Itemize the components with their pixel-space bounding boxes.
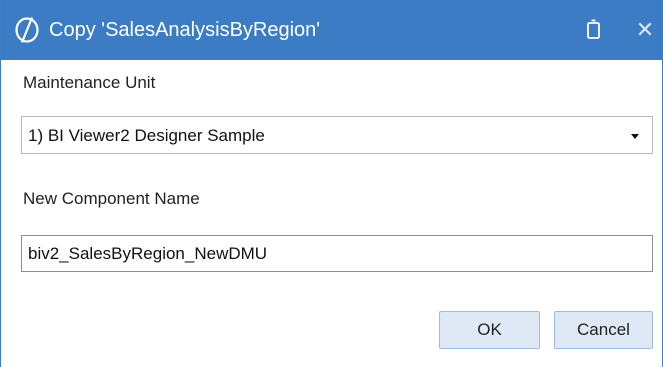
copy-dialog: Copy 'SalesAnalysisByRegion' ✕ Maintenan… (0, 0, 663, 367)
new-component-name-input[interactable] (21, 235, 653, 272)
maximize-icon[interactable] (585, 18, 603, 42)
app-logo-icon (15, 17, 39, 43)
maintenance-unit-label: Maintenance Unit (23, 73, 156, 92)
maintenance-unit-value: 1) BI Viewer2 Designer Sample (28, 126, 265, 145)
title-bar[interactable]: Copy 'SalesAnalysisByRegion' ✕ (1, 0, 663, 60)
new-component-name-label: New Component Name (23, 189, 200, 208)
maintenance-unit-select[interactable]: 1) BI Viewer2 Designer Sample (21, 116, 653, 154)
ok-button[interactable]: OK (439, 311, 540, 349)
close-icon[interactable]: ✕ (633, 18, 657, 42)
cancel-button[interactable]: Cancel (554, 311, 653, 349)
dialog-title: Copy 'SalesAnalysisByRegion' (49, 19, 321, 41)
dropdown-arrow-icon[interactable] (631, 134, 639, 139)
